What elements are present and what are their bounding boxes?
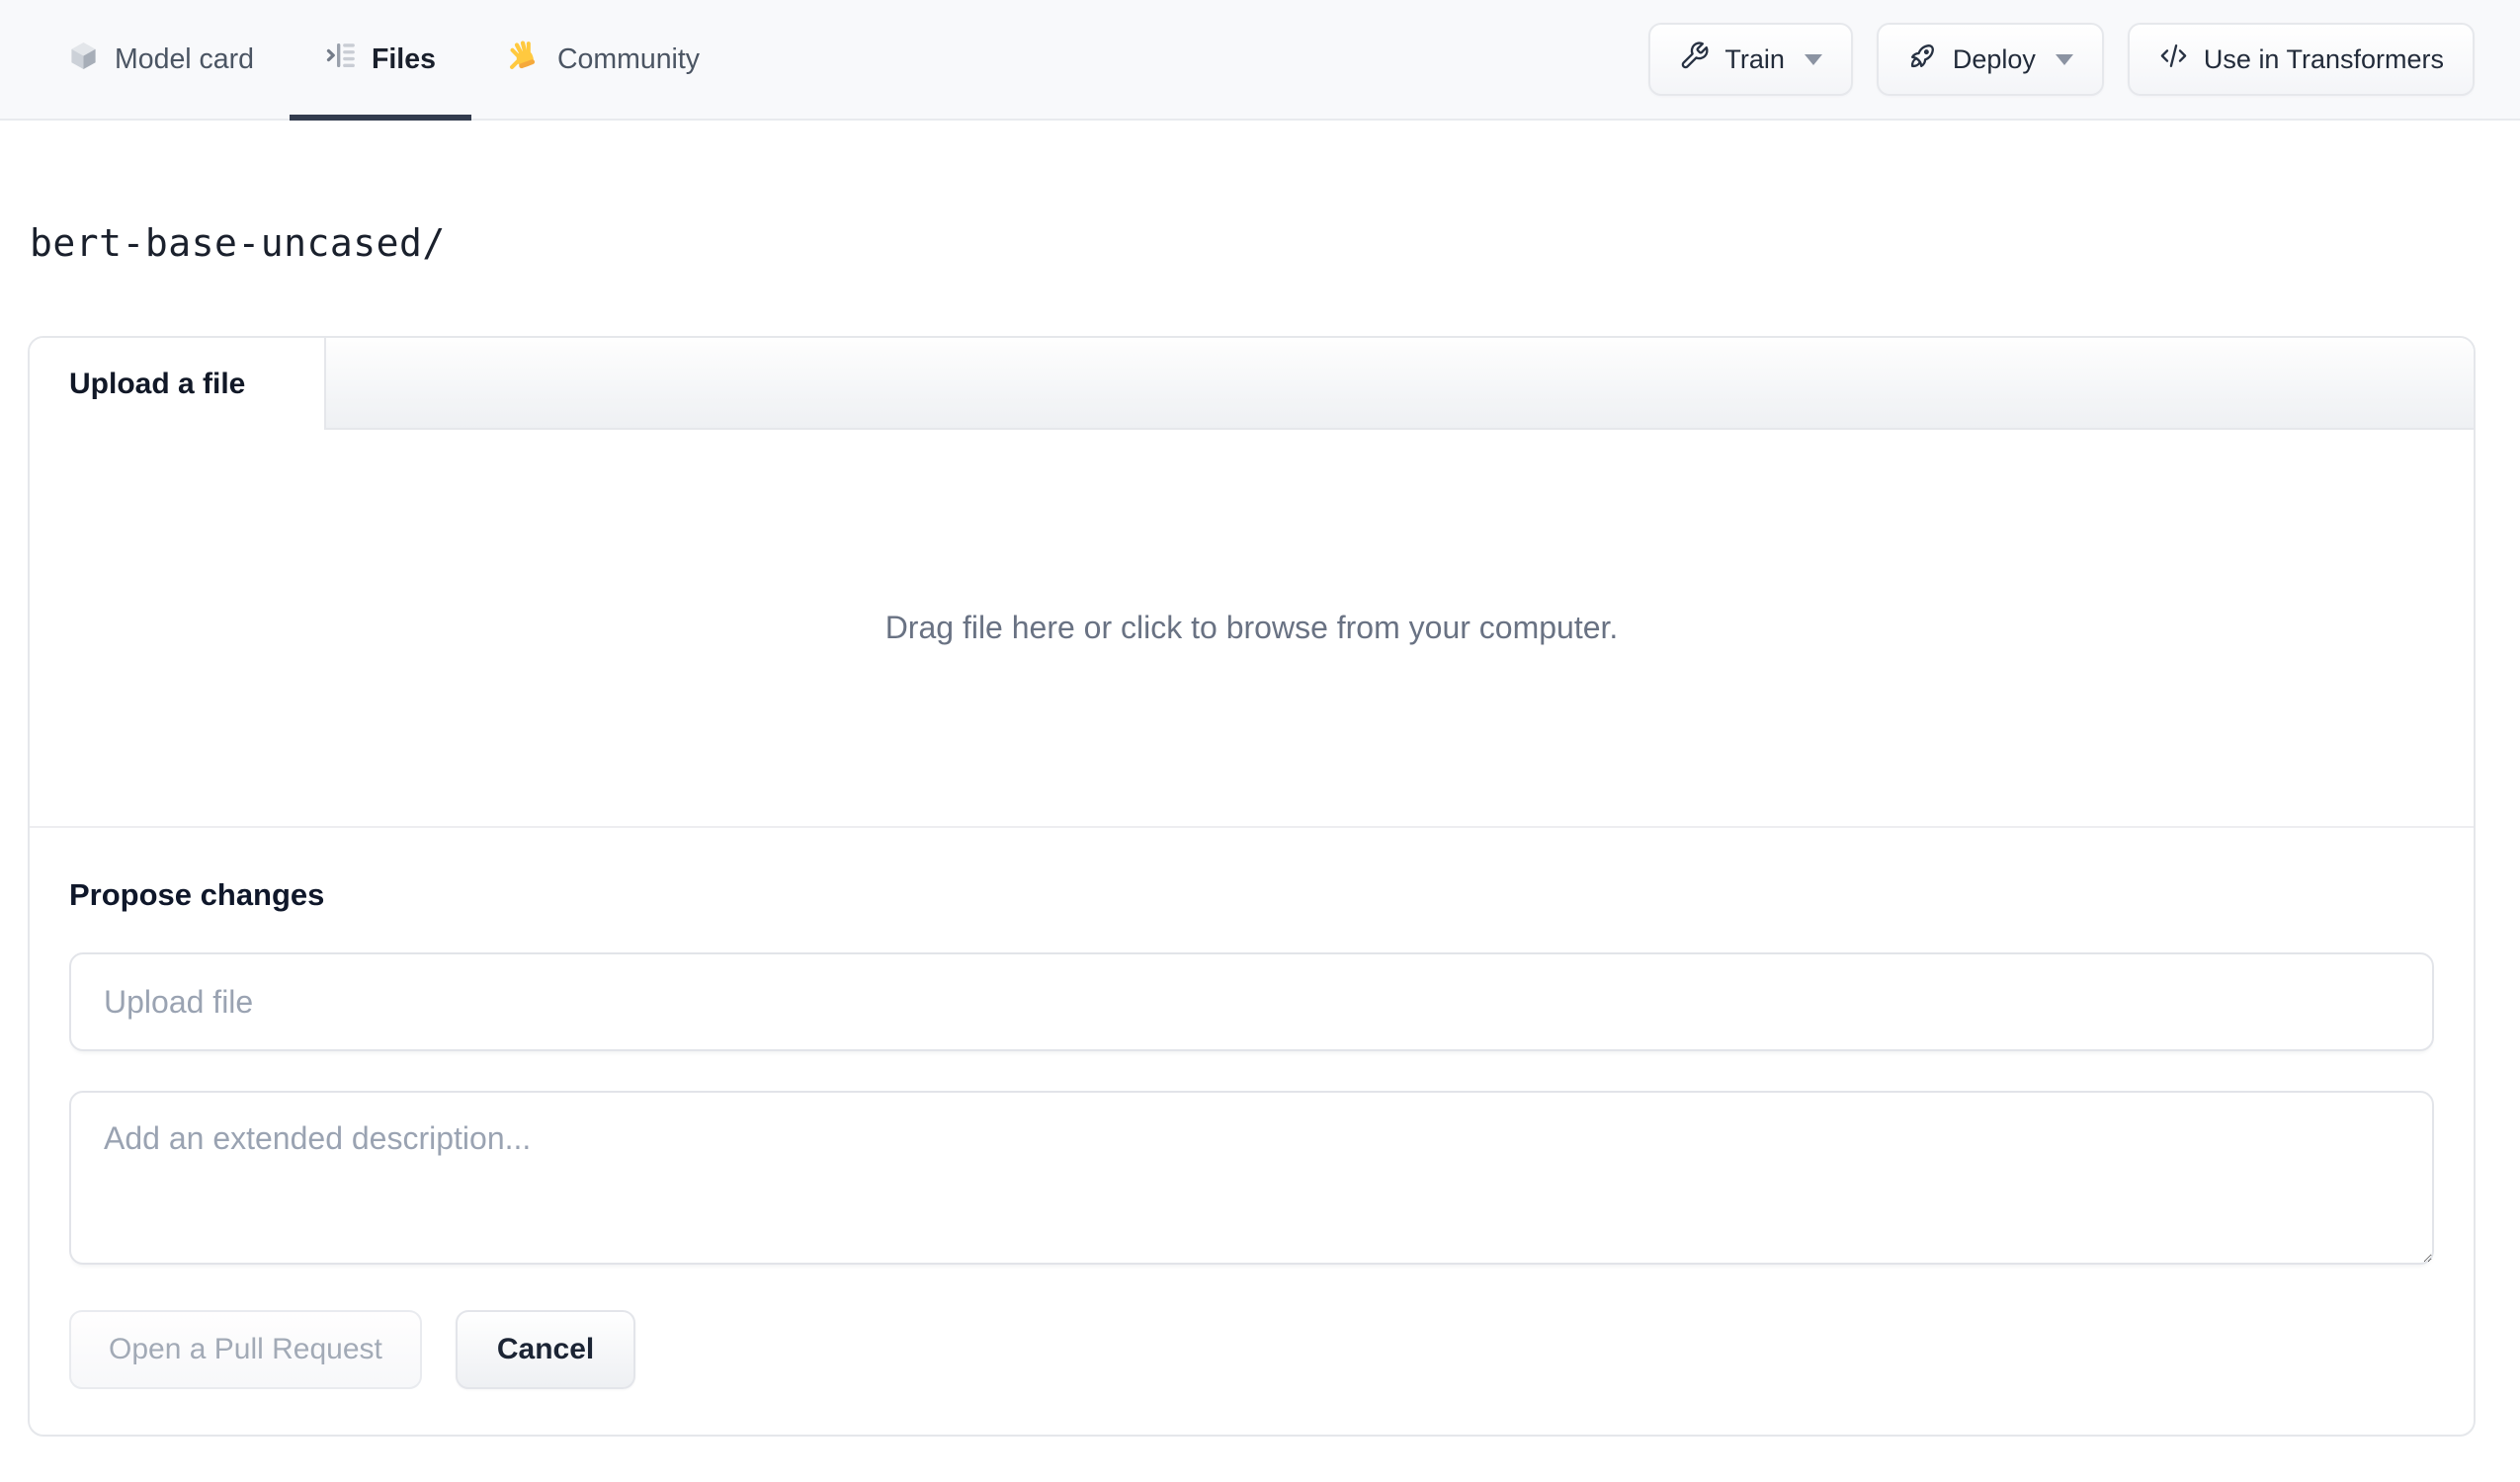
- cube-icon: [67, 40, 100, 80]
- nav-tab-list: Model card Files Community: [32, 0, 735, 121]
- file-dropzone[interactable]: Drag file here or click to browse from y…: [30, 430, 2474, 828]
- code-icon: [2158, 41, 2189, 78]
- tab-model-card-label: Model card: [115, 42, 254, 75]
- upload-filename-input[interactable]: [69, 952, 2434, 1051]
- tab-model-card[interactable]: Model card: [32, 0, 290, 119]
- upload-panel: Upload a file Drag file here or click to…: [28, 336, 2476, 1437]
- tab-community-label: Community: [556, 42, 701, 75]
- dropzone-hint-text: Drag file here or click to browse from y…: [884, 610, 1619, 645]
- upload-panel-tabbar: Upload a file: [30, 338, 2474, 430]
- propose-changes-section: Propose changes Open a Pull Request Canc…: [30, 828, 2474, 1435]
- model-page-nav: Model card Files Community Train Deploy …: [0, 0, 2520, 121]
- tab-upload-a-file[interactable]: Upload a file: [30, 338, 326, 430]
- tab-community[interactable]: Community: [471, 0, 735, 119]
- chevron-down-icon: [1804, 53, 1822, 65]
- wrench-icon: [1679, 41, 1710, 78]
- tab-files-label: Files: [371, 42, 436, 75]
- chevron-down-icon: [2055, 53, 2073, 65]
- nav-action-buttons: Train Deploy Use in Transformers: [1648, 23, 2475, 96]
- breadcrumb[interactable]: bert-base-uncased/: [30, 221, 446, 265]
- tab-files[interactable]: Files: [289, 0, 471, 121]
- use-in-transformers-button[interactable]: Use in Transformers: [2127, 23, 2475, 96]
- rocket-icon: [1907, 41, 1938, 78]
- waving-hand-icon: [507, 38, 543, 81]
- propose-changes-heading: Propose changes: [69, 877, 325, 912]
- deploy-button[interactable]: Deploy: [1876, 23, 2104, 96]
- cancel-button[interactable]: Cancel: [455, 1310, 636, 1389]
- deploy-button-label: Deploy: [1952, 43, 2036, 74]
- train-button-label: Train: [1724, 43, 1785, 74]
- train-button[interactable]: Train: [1648, 23, 1853, 96]
- form-actions-row: Open a Pull Request Cancel: [69, 1310, 2434, 1389]
- file-tree-icon: [325, 40, 357, 79]
- use-in-transformers-label: Use in Transformers: [2203, 43, 2444, 74]
- open-pull-request-button[interactable]: Open a Pull Request: [69, 1310, 422, 1389]
- extended-description-textarea[interactable]: [69, 1091, 2434, 1265]
- tab-upload-a-file-label: Upload a file: [69, 367, 246, 400]
